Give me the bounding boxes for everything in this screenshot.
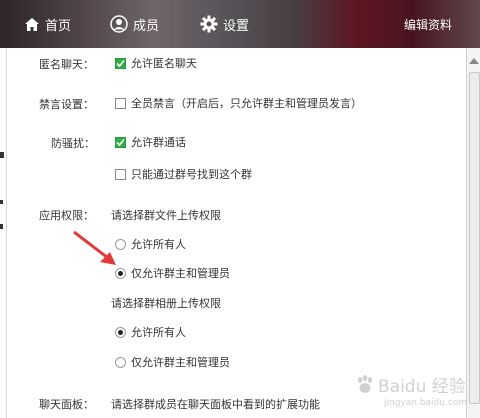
find-by-number-label: 只能通过群号找到这个群 [131,168,252,181]
album-allow-all-radio[interactable] [115,326,126,338]
nav-home-label: 首页 [45,18,72,34]
mute-option[interactable]: 全员禁言（开启后，只允许群主和管理员发言） [115,95,362,111]
album-admin-only-option[interactable]: 仅允许群主和管理员 [115,354,230,370]
anonymous-chat-option-label: 允许匿名聊天 [131,57,197,70]
allow-group-call-label: 允许群通话 [131,136,186,149]
nav-settings[interactable]: 设置 [200,14,249,34]
file-allow-all-option[interactable]: 允许所有人 [115,236,186,252]
gear-icon [200,15,218,33]
paw-icon [357,374,373,393]
watermark-url: jingyan.baidu.com [384,398,468,408]
anonymous-chat-label: 匿名聊天： [39,58,94,71]
member-icon [110,15,128,33]
nav-home[interactable]: 首页 [24,14,71,34]
annotation-arrow [70,228,122,275]
edit-profile-link[interactable]: 编辑资料 [404,14,452,34]
file-upload-title: 请选择群文件上传权限 [111,209,221,222]
anonymous-chat-checkbox[interactable] [115,57,126,69]
edge-mark [0,200,3,204]
mute-label: 禁言设置： [39,98,94,111]
chat-panel-description: 请选择群成员在聊天面板中看到的扩展功能 [111,398,320,411]
nav-settings-label: 设置 [223,18,250,34]
find-by-number-checkbox[interactable] [115,168,126,180]
album-admin-only-label: 仅允许群主和管理员 [131,356,230,369]
edge-mark [0,224,3,229]
nav-members[interactable]: 成员 [110,14,159,34]
edit-profile-label: 编辑资料 [404,17,453,32]
nav-members-label: 成员 [133,18,160,34]
scroll-thumb[interactable] [469,72,480,404]
home-icon [24,17,40,32]
allow-group-call-checkbox[interactable] [115,136,126,148]
scrollbar[interactable] [466,48,480,418]
scroll-up-arrow-icon[interactable] [469,58,479,64]
mute-option-label: 全员禁言（开启后，只允许群主和管理员发言） [131,97,362,110]
album-upload-title: 请选择群相册上传权限 [111,297,221,310]
file-allow-all-label: 允许所有人 [131,238,186,251]
header-bar: 首页 成员 设置 编辑资料 [0,0,480,48]
mute-checkbox[interactable] [115,97,126,109]
file-admin-only-label: 仅允许群主和管理员 [131,267,230,280]
edge-mark [0,152,4,158]
allow-group-call-option[interactable]: 允许群通话 [115,134,186,150]
chat-panel-label: 聊天面板： [39,398,94,411]
album-allow-all-option[interactable]: 允许所有人 [115,324,186,340]
baidu-watermark: Baidu 经验 [354,372,466,397]
album-allow-all-label: 允许所有人 [131,326,186,339]
find-by-number-option[interactable]: 只能通过群号找到这个群 [115,166,252,182]
app-permissions-label: 应用权限： [39,209,94,222]
album-admin-only-radio[interactable] [115,356,126,368]
anonymous-chat-option[interactable]: 允许匿名聊天 [115,55,197,71]
anti-disturb-label: 防骚扰： [51,137,95,150]
watermark-text: Baidu 经验 [378,377,466,397]
file-admin-only-option[interactable]: 仅允许群主和管理员 [115,265,230,281]
